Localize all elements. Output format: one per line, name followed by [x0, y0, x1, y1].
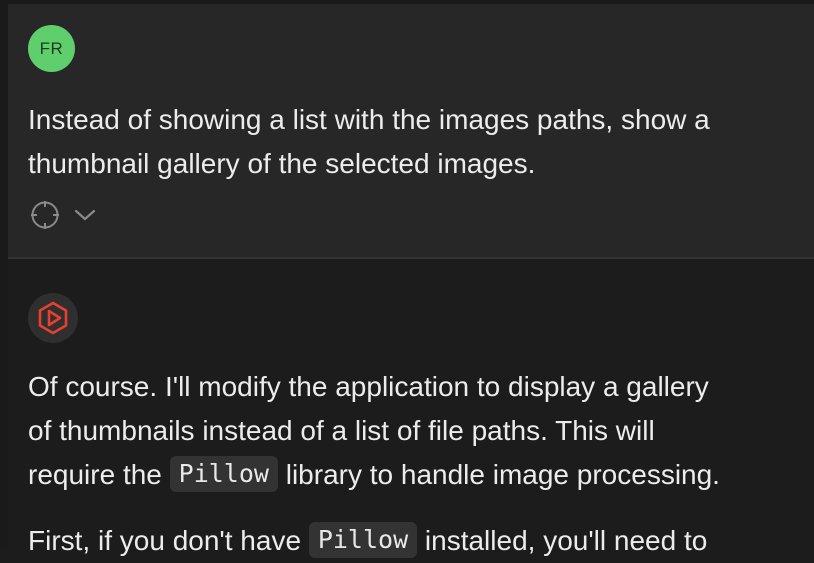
text-segment: library to handle image processing.	[277, 459, 720, 490]
user-message-line: thumbnail gallery of the selected images…	[28, 148, 536, 179]
user-message-text: Instead of showing a list with the image…	[28, 98, 710, 186]
inline-code: Pillow	[169, 456, 278, 492]
assistant-logo-icon	[38, 301, 68, 335]
user-message-line: Instead of showing a list with the image…	[28, 104, 710, 135]
user-message-actions	[30, 200, 96, 230]
assistant-message-line: Of course. I'll modify the application t…	[28, 371, 709, 402]
chevron-down-icon[interactable]	[74, 208, 96, 222]
user-avatar-initials: FR	[39, 38, 64, 58]
assistant-message-line: First, if you don't have Pillow installe…	[28, 519, 707, 563]
inline-code: Pillow	[308, 522, 418, 558]
chat-transcript: FR Instead of showing a list with the im…	[0, 0, 814, 558]
assistant-message-line: of thumbnails instead of a list of file …	[28, 415, 655, 446]
assistant-message: Of course. I'll modify the application t…	[8, 259, 814, 558]
crosshair-icon[interactable]	[30, 200, 60, 230]
assistant-message-text: Of course. I'll modify the application t…	[28, 365, 720, 497]
assistant-message-line: require the Pillow library to handle ima…	[28, 453, 720, 497]
assistant-message-text: First, if you don't have Pillow installe…	[28, 519, 707, 563]
user-message: FR Instead of showing a list with the im…	[8, 4, 814, 257]
assistant-avatar	[28, 293, 78, 343]
text-segment: First, if you don't have	[28, 525, 309, 556]
user-avatar: FR	[28, 25, 75, 72]
left-gutter	[0, 0, 8, 548]
text-segment: require the	[28, 459, 170, 490]
text-segment: installed, you'll need to	[417, 525, 708, 556]
